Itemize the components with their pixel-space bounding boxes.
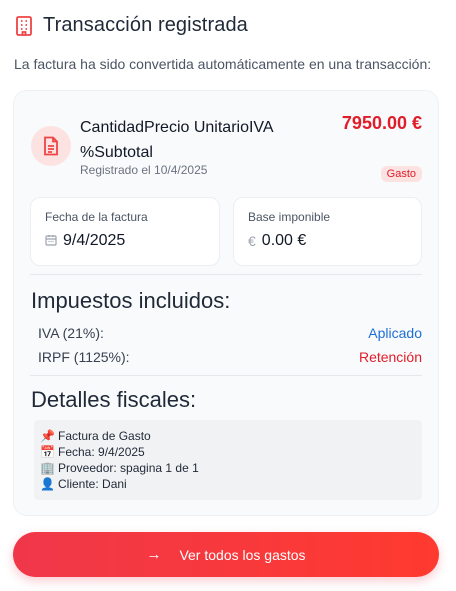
page-subtitle: La factura ha sido convertida automática…: [14, 56, 432, 72]
invoice-date-value: 9/4/2025: [63, 232, 126, 249]
transaction-type-badge: Gasto: [380, 166, 422, 182]
euro-icon: €: [248, 233, 256, 249]
calendar-icon: 📅: [40, 445, 55, 459]
fiscal-details-box: 📌 Factura de Gasto 📅 Fecha: 9/4/2025 🏢 Prov…: [34, 420, 422, 500]
invoice-date-box: Fecha de la factura 9/4/2025: [30, 197, 220, 266]
tax-row: IRPF (1125%): Retención: [38, 349, 422, 365]
transaction-registered-date: Registrado el 10/4/2025: [80, 163, 208, 177]
view-all-expenses-label: Ver todos los gastos: [179, 546, 306, 563]
taxable-base-box: Base imponible € 0.00 €: [233, 197, 422, 266]
transaction-name: CantidadPrecio UnitarioIVA %Subtotal: [80, 119, 273, 161]
taxes-title: Impuestos incluidos:: [31, 288, 231, 313]
tax-status: Retención: [358, 349, 422, 365]
invoice-date-label: Fecha de la factura: [45, 210, 148, 224]
transaction-card: CantidadPrecio UnitarioIVA %Subtotal Reg…: [13, 90, 439, 516]
view-all-expenses-button[interactable]: → Ver todos los gastos: [13, 532, 439, 577]
fiscal-title: Detalles fiscales:: [31, 387, 197, 412]
user-icon: 👤: [40, 477, 55, 491]
taxable-base-label: Base imponible: [248, 210, 331, 224]
fiscal-line: 👤 Cliente: Dani: [40, 477, 127, 491]
page-title: Transacción registrada: [43, 14, 248, 36]
divider: [30, 274, 422, 275]
fiscal-line: 🏢 Proveedor: spagina 1 de 1: [40, 461, 199, 475]
tax-status: Aplicado: [368, 325, 422, 341]
divider: [30, 375, 422, 376]
office-building-icon: 🏢: [40, 461, 55, 475]
arrow-right-icon: →: [146, 546, 162, 563]
document-icon: [31, 126, 71, 166]
tax-label: IRPF (1125%):: [38, 349, 130, 365]
tax-label: IVA (21%):: [38, 325, 104, 341]
pushpin-icon: 📌: [40, 429, 55, 443]
transaction-amount: 7950.00 €: [341, 113, 422, 133]
tax-row: IVA (21%): Aplicado: [38, 325, 422, 341]
building-icon: [15, 15, 33, 37]
calendar-icon: [45, 233, 57, 249]
fiscal-line: 📌 Factura de Gasto: [40, 429, 151, 443]
page-header: Transacción registrada: [15, 14, 248, 37]
fiscal-line: 📅 Fecha: 9/4/2025: [40, 445, 145, 459]
taxable-base-value: 0.00 €: [261, 232, 307, 249]
